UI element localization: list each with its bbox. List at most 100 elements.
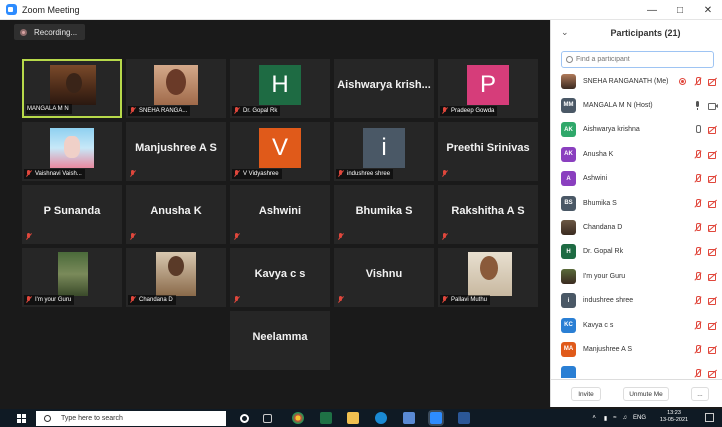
video-tile-chandana[interactable]: Chandana D	[126, 248, 226, 307]
video-tile-vaishnavi[interactable]: Vaishnavi Vaish...	[22, 122, 122, 181]
mic-muted-icon	[337, 296, 345, 304]
mic-muted-icon	[25, 233, 33, 241]
participant-row[interactable]: H Dr. Gopal Rk	[551, 241, 722, 263]
participant-row[interactable]: AK Aishwarya krishna	[551, 119, 722, 141]
maximize-button[interactable]: □	[666, 0, 694, 20]
participant-row[interactable]: i indushree shree	[551, 290, 722, 312]
video-off-icon[interactable]	[708, 223, 717, 232]
mic-icon[interactable]	[693, 100, 702, 110]
video-off-icon[interactable]	[708, 369, 717, 378]
avatar: i	[363, 128, 405, 168]
chevron-down-icon[interactable]: ⌄	[561, 27, 569, 38]
close-button[interactable]: ✕	[694, 0, 722, 20]
video-tile-neelamma[interactable]: Neelamma	[230, 311, 330, 370]
video-tile-sunanda[interactable]: P Sunanda	[22, 185, 122, 244]
video-off-icon[interactable]	[708, 174, 717, 184]
mic-muted-icon[interactable]	[693, 320, 702, 330]
participant-row[interactable]: MA Manjushree A S	[551, 338, 722, 360]
more-button[interactable]: ...	[691, 387, 709, 401]
unmute-me-button[interactable]: Unmute Me	[623, 387, 669, 401]
video-tile-aishwarya[interactable]: Aishwarya krish...	[334, 59, 434, 118]
mic-muted-icon[interactable]	[693, 198, 702, 208]
participant-row[interactable]: Chandana D	[551, 216, 722, 238]
video-tile-mangala[interactable]: MANGALA M N	[22, 59, 122, 118]
chrome-icon[interactable]	[292, 412, 304, 424]
notification-icon[interactable]	[705, 413, 714, 422]
mic-muted-icon[interactable]	[693, 149, 702, 159]
video-tile-pradeep[interactable]: P Pradeep Gowda	[438, 59, 538, 118]
participant-face	[168, 256, 184, 276]
mic-muted-icon[interactable]	[693, 344, 702, 354]
minimize-button[interactable]: —	[638, 0, 666, 20]
avatar: H	[561, 244, 576, 260]
battery-icon[interactable]: ▮	[604, 415, 607, 422]
mic-muted-icon[interactable]	[693, 174, 702, 183]
participant-row[interactable]: BS Bhumika S	[551, 192, 722, 214]
video-off-icon[interactable]	[708, 296, 717, 306]
video-tile-rakshitha[interactable]: Rakshitha A S	[438, 185, 538, 244]
participant-row[interactable]	[551, 363, 722, 378]
video-tile-imyourguru[interactable]: I'm your Guru	[22, 248, 122, 307]
tile-name-label: I'm your Guru	[24, 295, 75, 305]
avatar: V	[259, 128, 301, 168]
language-indicator[interactable]: ENG	[633, 415, 646, 421]
video-off-icon[interactable]	[708, 247, 717, 257]
tile-display-name: Rakshitha A S	[451, 205, 525, 217]
tile-name-label: Pradeep Gowda	[440, 106, 498, 116]
participant-row[interactable]: I'm your Guru	[551, 265, 722, 287]
chevron-up-icon[interactable]: ˄	[592, 415, 596, 421]
video-off-icon[interactable]	[708, 125, 717, 135]
mic-muted-icon[interactable]	[693, 247, 702, 256]
video-tile-ashwini[interactable]: Ashwini	[230, 185, 330, 244]
file-explorer-icon[interactable]	[347, 412, 359, 424]
video-tile-bhumika[interactable]: Bhumika S	[334, 185, 434, 244]
video-tile-gopal[interactable]: H Dr. Gopal Rk	[230, 59, 330, 118]
edge-icon[interactable]	[375, 412, 387, 424]
task-view-icon[interactable]	[263, 414, 272, 423]
volume-icon[interactable]: ♫	[622, 415, 627, 421]
video-icon[interactable]	[708, 101, 718, 110]
find-participant-field[interactable]	[561, 51, 714, 68]
video-off-icon[interactable]	[708, 321, 717, 330]
video-off-icon[interactable]	[708, 345, 717, 354]
word-icon[interactable]	[458, 412, 470, 424]
video-off-icon[interactable]	[708, 199, 717, 208]
cortana-icon[interactable]	[240, 414, 249, 423]
mic-muted-icon[interactable]	[693, 76, 702, 86]
find-participant-input[interactable]	[576, 56, 706, 63]
excel-icon[interactable]	[320, 412, 332, 424]
video-tile-vishnu[interactable]: Vishnu	[334, 248, 434, 307]
video-tile-indushree[interactable]: i indushree shree	[334, 122, 434, 181]
mic-muted-icon[interactable]	[693, 296, 702, 305]
video-off-icon[interactable]	[708, 77, 717, 86]
record-icon[interactable]	[678, 77, 687, 86]
video-tile-kavya[interactable]: Kavya c s	[230, 248, 330, 307]
video-off-icon[interactable]	[708, 150, 717, 159]
video-tile-vidyashree[interactable]: V V Vidyashree	[230, 122, 330, 181]
video-tile-sneha[interactable]: SNEHA RANGA...	[126, 59, 226, 118]
paint-icon[interactable]	[403, 412, 415, 424]
mic-muted-icon[interactable]	[693, 222, 702, 232]
invite-button[interactable]: Invite	[571, 387, 601, 401]
participant-row[interactable]: KC Kavya c s	[551, 314, 722, 336]
taskbar-clock[interactable]: 13:23 13-05-2021	[654, 410, 694, 424]
participant-row[interactable]: MM MANGALA M N (Host)	[551, 94, 722, 116]
video-tile-anusha[interactable]: Anusha K	[126, 185, 226, 244]
mic-muted-icon[interactable]	[693, 369, 702, 378]
video-off-icon[interactable]	[708, 272, 717, 281]
participant-row[interactable]: SNEHA RANGANATH (Me)	[551, 70, 722, 92]
avatar: A	[561, 171, 576, 187]
participant-row[interactable]: A Ashwini	[551, 168, 722, 190]
video-tile-manjushree[interactable]: Manjushree A S	[126, 122, 226, 181]
video-tile-pallavi[interactable]: Pallavi Muthu	[438, 248, 538, 307]
wifi-icon[interactable]: ≈	[613, 415, 616, 421]
mic-icon[interactable]	[693, 125, 702, 134]
video-tile-preethi[interactable]: Preethi Srinivas	[438, 122, 538, 181]
windows-start-icon[interactable]	[17, 414, 26, 423]
mic-muted-icon[interactable]	[693, 271, 702, 281]
recording-indicator[interactable]: Recording...	[14, 24, 86, 40]
zoom-taskbar-icon[interactable]	[430, 412, 442, 424]
taskbar-search-box[interactable]: Type here to search	[36, 411, 226, 426]
participant-row[interactable]: AK Anusha K	[551, 143, 722, 165]
participant-name: Chandana D	[583, 223, 623, 231]
